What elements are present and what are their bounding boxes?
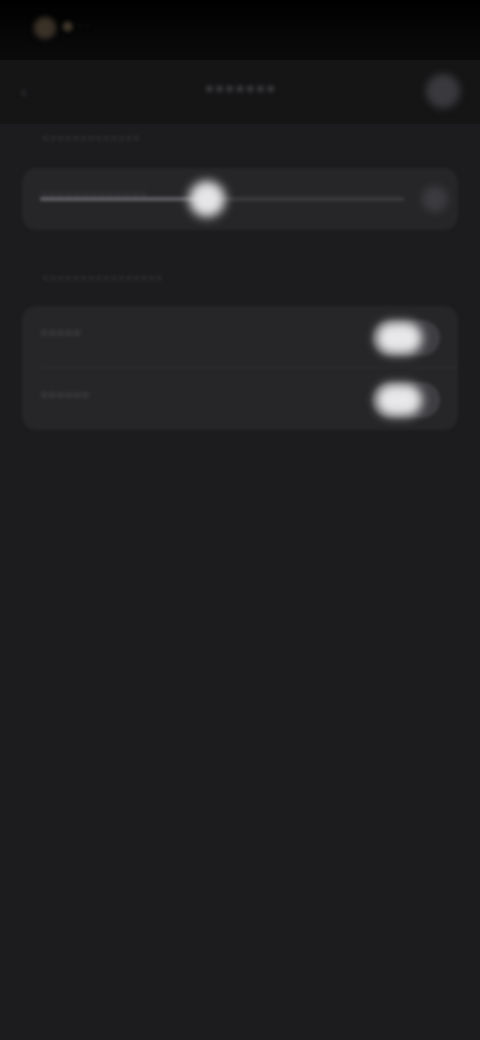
brightness-slider[interactable] — [40, 181, 404, 217]
brightness-icon — [422, 186, 448, 212]
navigation-bar: ‹ ••••••• — [0, 60, 480, 124]
slider-thumb[interactable] — [189, 181, 226, 217]
toggle-knob — [376, 384, 422, 416]
section-header-display: ••••••••••••• — [42, 132, 141, 146]
settings-row[interactable]: •••••• — [22, 368, 458, 430]
brightness-row: ••••••••••••• — [22, 168, 458, 230]
toggle-knob — [376, 322, 422, 354]
row-label: ••••• — [40, 326, 82, 342]
settings-group-options: ••••• •••••• — [22, 306, 458, 430]
recording-dot-icon — [34, 17, 56, 39]
page-title: ••••••• — [204, 80, 276, 99]
status-text: ● · · — [62, 19, 90, 34]
settings-group-display: ••••••••••••• — [22, 168, 458, 230]
toggle-switch[interactable] — [372, 382, 440, 418]
settings-screen: ● · · ‹ ••••••• ••••••••••••• ••••••••••… — [0, 0, 480, 1040]
toggle-switch[interactable] — [372, 320, 440, 356]
more-icon[interactable] — [426, 74, 460, 108]
slider-fill — [40, 197, 208, 201]
section-header-options: •••••••••••••••• — [42, 272, 164, 286]
row-label: •••••• — [40, 388, 90, 404]
settings-row[interactable]: ••••• — [22, 306, 458, 368]
status-bar: ● · · — [0, 0, 480, 60]
slider-label: ••••••••••••• — [40, 188, 148, 204]
